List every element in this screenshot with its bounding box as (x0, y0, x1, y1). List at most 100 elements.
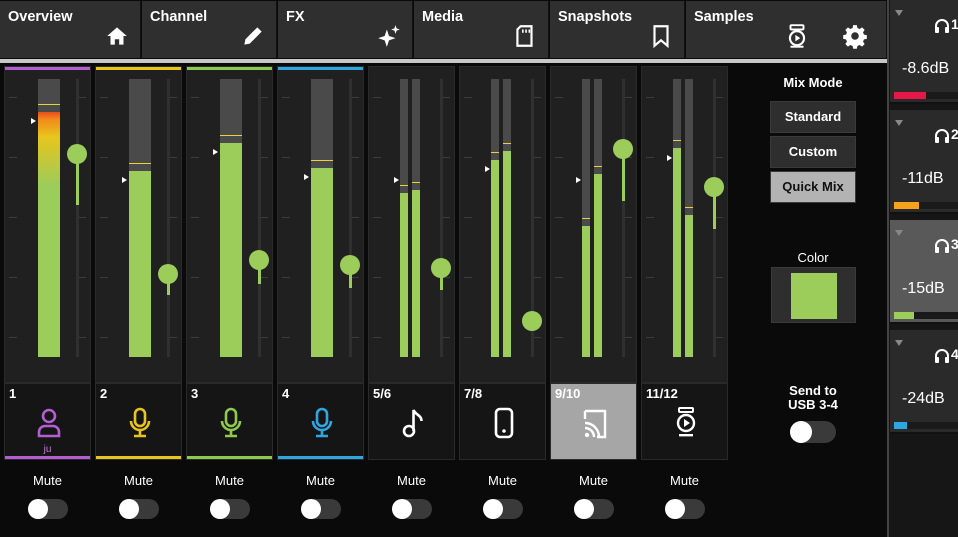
headphone-mix-4[interactable]: 4 -24dB (890, 330, 958, 434)
send-to-usb-toggle[interactable] (790, 421, 836, 443)
channel-strip-2 (95, 66, 182, 383)
channel-select-7-8[interactable]: 7/8 (459, 383, 546, 460)
scale-tick (260, 157, 268, 158)
channel-select-2[interactable]: 2 (95, 383, 182, 460)
sparkle-icon (376, 23, 402, 49)
mute-toggle[interactable] (392, 499, 432, 519)
level-meter (400, 79, 408, 357)
mute-toggle[interactable] (574, 499, 614, 519)
channel-strip-7-8 (459, 66, 546, 383)
channel-select-1[interactable]: 1 ju (4, 383, 91, 460)
headphone-number: 3 (951, 236, 958, 252)
scale-tick (533, 337, 541, 338)
mix-mode-standard-button[interactable]: Standard (770, 101, 856, 133)
headphone-number: 1 (951, 16, 958, 32)
channel-select-4[interactable]: 4 (277, 383, 364, 460)
mute-toggle[interactable] (301, 499, 341, 519)
scale-tick (191, 217, 199, 218)
channel-select-11-12[interactable]: 11/12 (641, 383, 728, 460)
channel-select-5-6[interactable]: 5/6 (368, 383, 455, 460)
level-arrow-indicator (31, 118, 36, 124)
level-meter (38, 79, 60, 357)
fader-knob[interactable] (613, 139, 633, 159)
mix-mode-custom-button[interactable]: Custom (770, 136, 856, 168)
channel-strip-5-6 (368, 66, 455, 383)
fader-track[interactable] (440, 79, 443, 357)
scale-tick (260, 337, 268, 338)
fader-knob[interactable] (522, 311, 542, 331)
scale-tick (78, 277, 86, 278)
scale-tick (191, 157, 199, 158)
tab-channel[interactable]: Channel (142, 1, 277, 58)
level-meter (594, 79, 602, 357)
scale-tick (624, 277, 632, 278)
sampler-icon (672, 406, 700, 440)
tab-snapshots[interactable]: Snapshots (550, 1, 685, 58)
channel-color-bar (187, 67, 272, 70)
mix-mode-quick-mix-button[interactable]: Quick Mix (770, 171, 856, 203)
scale-tick (169, 157, 177, 158)
mute-toggle[interactable] (28, 499, 68, 519)
toggle-knob (392, 499, 412, 519)
tab-fx[interactable]: FX (278, 1, 413, 58)
fader-knob[interactable] (158, 264, 178, 284)
tab-samples[interactable]: Samples (686, 1, 887, 58)
scale-tick (100, 337, 108, 338)
level-meter (673, 79, 681, 357)
peak-marker (594, 166, 602, 167)
scale-tick (715, 217, 723, 218)
fader-knob[interactable] (67, 144, 87, 164)
level-meter (503, 79, 511, 357)
mute-toggle[interactable] (119, 499, 159, 519)
chevron-down-icon (895, 340, 903, 346)
level-arrow-indicator (394, 177, 399, 183)
fader-track[interactable] (167, 79, 170, 357)
gear-icon[interactable] (842, 23, 868, 49)
scale-tick (646, 157, 654, 158)
headphone-mix-3[interactable]: 3 -15dB (890, 220, 958, 324)
mute-control: Mute (368, 463, 455, 537)
fader-track[interactable] (258, 79, 261, 357)
scale-tick (533, 97, 541, 98)
scale-tick (169, 97, 177, 98)
fader-knob[interactable] (704, 177, 724, 197)
tab-overview[interactable]: Overview (0, 1, 141, 58)
channel-number: 4 (282, 386, 290, 401)
level-meter-fill (129, 171, 151, 357)
fader-knob[interactable] (249, 250, 269, 270)
headphones-icon (934, 18, 950, 34)
scale-tick (282, 277, 290, 278)
scale-tick (442, 157, 450, 158)
mute-control: Mute (641, 463, 728, 537)
channel-color-bar (96, 67, 181, 70)
fader-track[interactable] (349, 79, 352, 357)
color-picker-button[interactable] (771, 267, 856, 323)
mute-toggle[interactable] (665, 499, 705, 519)
tab-media[interactable]: Media (414, 1, 549, 58)
scale-tick (282, 97, 290, 98)
toggle-knob (119, 499, 139, 519)
fader-track[interactable] (76, 79, 79, 357)
microphone-icon (126, 406, 154, 440)
fader-track[interactable] (622, 79, 625, 357)
scale-tick (533, 277, 541, 278)
headphone-mix-2[interactable]: 2 -11dB (890, 110, 958, 214)
scale-tick (191, 277, 199, 278)
mute-toggle[interactable] (483, 499, 523, 519)
fader-knob[interactable] (431, 258, 451, 278)
channel-number: 7/8 (464, 386, 483, 401)
channel-number: 9/10 (555, 386, 581, 401)
channel-select-3[interactable]: 3 (186, 383, 273, 460)
scale-tick (646, 277, 654, 278)
level-arrow-indicator (576, 177, 581, 183)
music-note-icon (399, 406, 427, 440)
level-arrow-indicator (485, 166, 490, 172)
scale-tick (464, 277, 472, 278)
headphone-mix-1[interactable]: 1 -8.6dB (890, 0, 958, 104)
fader-knob[interactable] (340, 255, 360, 275)
scale-tick (351, 337, 359, 338)
peak-marker (220, 135, 242, 136)
mute-toggle[interactable] (210, 499, 250, 519)
channel-select-9-10[interactable]: 9/10 (550, 383, 637, 460)
mute-label: Mute (215, 473, 244, 488)
